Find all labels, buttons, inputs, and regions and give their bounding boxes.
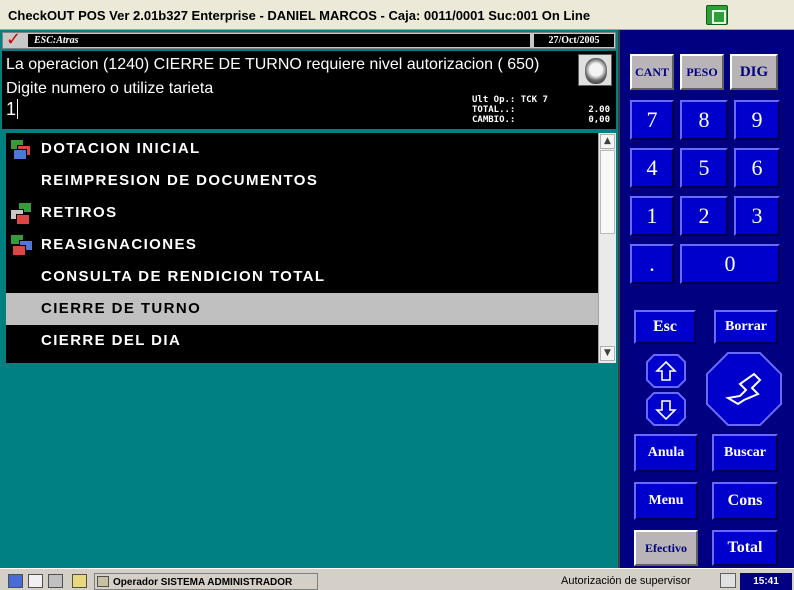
key-dot[interactable]: . bbox=[630, 244, 674, 284]
menu-item-label: RETIROS bbox=[41, 204, 118, 221]
instruction-message: Digite numero o utilize tarieta bbox=[6, 80, 214, 97]
clock: 15:41 bbox=[740, 573, 792, 590]
drawer-icon[interactable] bbox=[48, 574, 63, 588]
main-panel: ✓ ESC:Atras 27/Oct/2005 La operacion (12… bbox=[0, 30, 618, 568]
menu-item-label: REASIGNACIONES bbox=[41, 236, 198, 253]
key-8[interactable]: 8 bbox=[680, 100, 728, 140]
totals-row: CAMBIO.: 0,00 bbox=[472, 115, 612, 125]
cons-button[interactable]: Cons bbox=[712, 482, 778, 520]
menu-item-consulta-rendicion[interactable]: CONSULTA DE RENDICION TOTAL bbox=[6, 261, 598, 293]
key-4[interactable]: 4 bbox=[630, 148, 674, 188]
warning-icon[interactable] bbox=[72, 574, 87, 588]
totals-label: Ult Op.: TCK 7 bbox=[472, 95, 548, 105]
scroll-up-button[interactable]: ▲ bbox=[600, 134, 615, 149]
key-1[interactable]: 1 bbox=[630, 196, 674, 236]
supervisor-icon bbox=[720, 573, 736, 588]
totals-value: 0,00 bbox=[588, 115, 610, 125]
totals-box: Ult Op.: TCK 7 TOTAL..: 2.00 CAMBIO.: 0,… bbox=[472, 95, 612, 125]
title-bar: CheckOUT POS Ver 2.01b327 Enterprise - D… bbox=[0, 0, 794, 30]
arrow-down-button[interactable] bbox=[646, 392, 686, 426]
face-icon bbox=[585, 58, 607, 84]
user-icon bbox=[97, 576, 109, 587]
totals-label: CAMBIO.: bbox=[472, 115, 516, 125]
menu-item-label: CIERRE DE TURNO bbox=[41, 300, 202, 317]
totals-label: TOTAL..: bbox=[472, 105, 516, 115]
enter-button[interactable] bbox=[706, 352, 782, 426]
pos-app-icon[interactable] bbox=[706, 5, 728, 25]
operator-field: Operador SISTEMA ADMINISTRADOR bbox=[94, 573, 318, 590]
cant-button[interactable]: CANT bbox=[630, 54, 674, 90]
money-stack-icon bbox=[8, 137, 36, 161]
menu-item-label: DOTACION INICIAL bbox=[41, 140, 201, 157]
menu-item-dotacion-inicial[interactable]: DOTACION INICIAL bbox=[6, 133, 598, 165]
buscar-button[interactable]: Buscar bbox=[712, 434, 778, 472]
menu-item-label: CIERRE DEL DIA bbox=[41, 332, 182, 349]
esc-button[interactable]: Esc bbox=[634, 310, 696, 344]
window-title: CheckOUT POS Ver 2.01b327 Enterprise - D… bbox=[8, 8, 591, 23]
menu-list: DOTACION INICIAL REIMPRESION DE DOCUMENT… bbox=[6, 133, 616, 363]
scroll-thumb[interactable] bbox=[600, 150, 615, 234]
pos-window: CheckOUT POS Ver 2.01b327 Enterprise - D… bbox=[0, 0, 794, 590]
menu-item-reimpresion[interactable]: REIMPRESION DE DOCUMENTOS bbox=[6, 165, 598, 197]
menu-item-label: CONSULTA DE RENDICION TOTAL bbox=[41, 268, 326, 285]
menu-button[interactable]: Menu bbox=[634, 482, 698, 520]
date-display: 27/Oct/2005 bbox=[534, 34, 614, 47]
keypad-panel: CANT PESO DIG 7 8 9 4 5 6 1 2 3 . 0 Esc … bbox=[618, 30, 794, 568]
status-line: ✓ ESC:Atras 27/Oct/2005 bbox=[2, 29, 616, 50]
auth-status: Autorización de supervisor bbox=[561, 575, 691, 587]
printer-icon[interactable] bbox=[28, 574, 43, 588]
key-5[interactable]: 5 bbox=[680, 148, 728, 188]
supervisor-avatar bbox=[578, 54, 612, 86]
totals-row: TOTAL..: 2.00 bbox=[472, 105, 612, 115]
menu-item-label: REIMPRESION DE DOCUMENTOS bbox=[41, 172, 319, 189]
key-9[interactable]: 9 bbox=[734, 100, 780, 140]
menu-item-cierre-dia[interactable]: CIERRE DEL DIA bbox=[6, 325, 598, 357]
authorization-message: La operacion (1240) CIERRE DE TURNO requ… bbox=[6, 56, 540, 73]
totals-value: 2.00 bbox=[588, 105, 610, 115]
total-button[interactable]: Total bbox=[712, 530, 778, 566]
anula-button[interactable]: Anula bbox=[634, 434, 698, 472]
key-2[interactable]: 2 bbox=[680, 196, 728, 236]
arrow-up-button[interactable] bbox=[646, 354, 686, 388]
key-0[interactable]: 0 bbox=[680, 244, 780, 284]
key-3[interactable]: 3 bbox=[734, 196, 780, 236]
efectivo-button[interactable]: Efectivo bbox=[634, 530, 698, 566]
menu-item-cierre-turno[interactable]: CIERRE DE TURNO bbox=[6, 293, 598, 325]
menu-item-retiros[interactable]: RETIROS bbox=[6, 197, 598, 229]
bottom-status-bar: Operador SISTEMA ADMINISTRADOR Autorizac… bbox=[0, 568, 794, 590]
peso-button[interactable]: PESO bbox=[680, 54, 724, 90]
cash-withdraw-icon bbox=[8, 201, 36, 225]
menu-item-reasignaciones[interactable]: REASIGNACIONES bbox=[6, 229, 598, 261]
dig-button[interactable]: DIG bbox=[730, 54, 778, 90]
message-panel: La operacion (1240) CIERRE DE TURNO requ… bbox=[2, 51, 616, 129]
checkmark-icon: ✓ bbox=[6, 29, 22, 50]
menu-scrollbar[interactable]: ▲ ▼ bbox=[598, 133, 616, 363]
borrar-button[interactable]: Borrar bbox=[714, 310, 778, 344]
keyboard-icon[interactable] bbox=[8, 574, 23, 588]
key-7[interactable]: 7 bbox=[630, 100, 674, 140]
authorization-input[interactable]: 1 bbox=[6, 99, 19, 119]
key-6[interactable]: 6 bbox=[734, 148, 780, 188]
reassign-money-icon bbox=[8, 233, 36, 257]
totals-row: Ult Op.: TCK 7 bbox=[472, 95, 612, 105]
operator-label: Operador SISTEMA ADMINISTRADOR bbox=[113, 577, 293, 588]
esc-hint[interactable]: ESC:Atras bbox=[28, 34, 530, 47]
scroll-down-button[interactable]: ▼ bbox=[600, 346, 615, 361]
